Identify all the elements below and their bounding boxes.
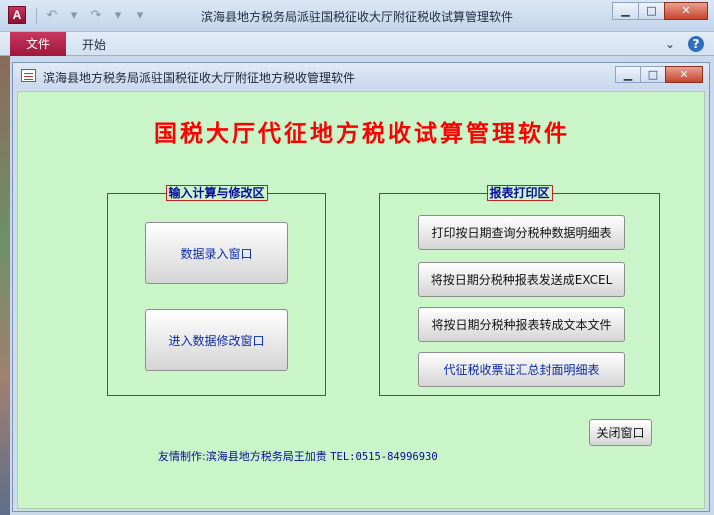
form-window-title: 滨海县地方税务局派驻国税征收大厅附征地方税收管理软件 — [43, 71, 356, 85]
form-close-icon[interactable]: ✕ — [665, 66, 703, 83]
tab-home[interactable]: 开始 — [82, 36, 106, 53]
input-group: 输入计算与修改区 数据录入窗口 进入数据修改窗口 — [107, 185, 326, 396]
close-icon[interactable]: ✕ — [664, 2, 708, 20]
close-window-button[interactable]: 关闭窗口 — [589, 419, 652, 446]
export-text-button[interactable]: 将按日期分税种报表转成文本文件 — [418, 307, 625, 342]
maximize-icon[interactable]: □ — [638, 2, 665, 20]
report-group-label: 报表打印区 — [486, 185, 553, 201]
tab-file[interactable]: 文件 — [10, 32, 66, 56]
data-edit-button[interactable]: 进入数据修改窗口 — [145, 309, 288, 371]
credit-phone: TEL:0515-84996930 — [330, 451, 438, 463]
print-detail-report-button[interactable]: 打印按日期查询分税种数据明细表 — [418, 215, 625, 250]
credit-text: 友情制作:滨海县地方税务局王加贵 TEL:0515-84996930 — [158, 448, 438, 464]
ribbon-right-controls: ⌄ ? — [662, 36, 704, 52]
export-excel-button[interactable]: 将按日期分税种报表发送成EXCEL — [418, 262, 625, 297]
form-maximize-icon[interactable]: □ — [640, 66, 666, 83]
page-title: 国税大厅代征地方税收试算管理软件 — [154, 120, 570, 147]
form-window-controls: ▁ □ ✕ — [615, 66, 703, 83]
credit-author: 友情制作:滨海县地方税务局王加贵 — [158, 450, 327, 463]
form-titlebar: 滨海县地方税务局派驻国税征收大厅附征地方税收管理软件 ▁ □ ✕ — [13, 63, 709, 89]
input-group-label: 输入计算与修改区 — [165, 185, 268, 201]
app-window-controls: ▁ □ ✕ — [612, 2, 708, 20]
form-window: 滨海县地方税务局派驻国税征收大厅附征地方税收管理软件 ▁ □ ✕ 国税大厅代征地… — [12, 62, 710, 512]
form-minimize-icon[interactable]: ▁ — [615, 66, 641, 83]
app-window-title: 滨海县地方税务局派驻国税征收大厅附征税收试算管理软件 — [200, 10, 513, 24]
ribbon-tabs: 文件 开始 ⌄ ? — [0, 32, 714, 56]
data-entry-button[interactable]: 数据录入窗口 — [145, 222, 288, 284]
app-titlebar: A ↶ ▾ ↷ ▾ ▾ 滨海县地方税务局派驻国税征收大厅附征税收试算管理软件 ▁… — [0, 0, 714, 32]
report-group: 报表打印区 打印按日期查询分税种数据明细表 将按日期分税种报表发送成EXCEL … — [379, 185, 660, 396]
background-desktop-strip — [0, 56, 10, 515]
form-icon — [21, 69, 36, 82]
form-body: 国税大厅代征地方税收试算管理软件 输入计算与修改区 数据录入窗口 进入数据修改窗… — [17, 91, 705, 509]
receipt-summary-button[interactable]: 代征税收票证汇总封面明细表 — [418, 352, 625, 387]
minimize-icon[interactable]: ▁ — [612, 2, 639, 20]
help-icon[interactable]: ? — [688, 36, 704, 52]
chevron-down-icon[interactable]: ⌄ — [662, 36, 678, 52]
